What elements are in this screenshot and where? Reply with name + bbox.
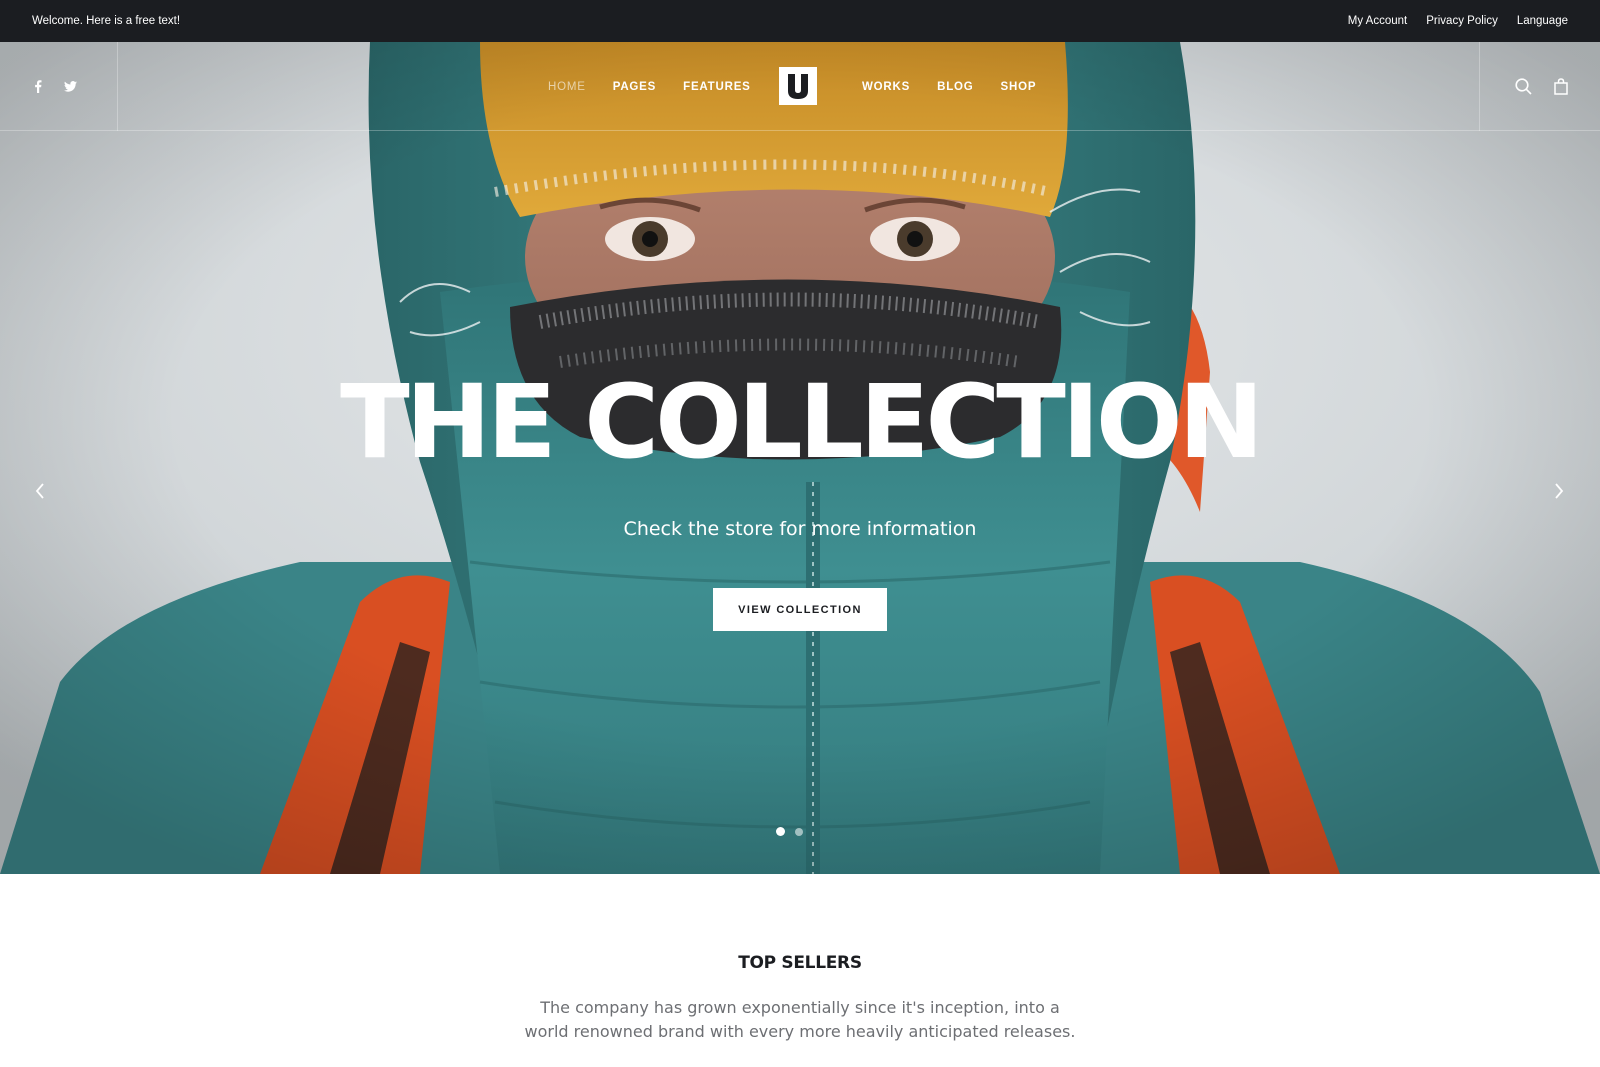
slide-dot-1[interactable] bbox=[776, 827, 785, 836]
privacy-policy-link[interactable]: Privacy Policy bbox=[1426, 15, 1498, 27]
nav-item-features[interactable]: FEATURES bbox=[683, 81, 751, 93]
slider-pagination bbox=[776, 827, 803, 836]
hero-title: THE COLLECTION bbox=[340, 363, 1264, 482]
social-links bbox=[0, 42, 118, 131]
next-slide-arrow[interactable] bbox=[1547, 479, 1571, 503]
main-navigation: HOME PAGES FEATURES WORKS BLOG SHOP bbox=[0, 42, 1600, 131]
top-bar: Welcome. Here is a free text! My Account… bbox=[0, 0, 1600, 42]
welcome-text: Welcome. Here is a free text! bbox=[32, 15, 181, 27]
nav-item-pages[interactable]: PAGES bbox=[613, 81, 656, 93]
nav-menu-right: WORKS BLOG SHOP bbox=[862, 42, 1036, 131]
search-icon[interactable] bbox=[1515, 78, 1532, 95]
nav-item-home[interactable]: HOME bbox=[548, 81, 586, 93]
shopping-bag-icon[interactable] bbox=[1554, 78, 1568, 95]
top-sellers-heading: TOP SELLERS bbox=[738, 953, 862, 973]
site-logo[interactable] bbox=[779, 67, 817, 105]
nav-item-shop[interactable]: SHOP bbox=[1001, 81, 1037, 93]
nav-item-works[interactable]: WORKS bbox=[862, 81, 910, 93]
logo-u-icon bbox=[788, 74, 808, 99]
nav-item-blog[interactable]: BLOG bbox=[937, 81, 973, 93]
hero-subtitle: Check the store for more information bbox=[623, 518, 977, 540]
language-link[interactable]: Language bbox=[1517, 15, 1568, 27]
twitter-icon[interactable] bbox=[64, 81, 77, 92]
my-account-link[interactable]: My Account bbox=[1348, 15, 1407, 27]
hero-slider: HOME PAGES FEATURES WORKS BLOG SHOP THE … bbox=[0, 42, 1600, 874]
previous-slide-arrow[interactable] bbox=[28, 479, 52, 503]
top-sellers-description: The company has grown exponentially sinc… bbox=[524, 998, 1076, 1041]
nav-utilities bbox=[1479, 42, 1600, 131]
chevron-right-icon bbox=[1555, 483, 1564, 499]
chevron-left-icon bbox=[35, 483, 44, 499]
nav-menu-left: HOME PAGES FEATURES bbox=[548, 42, 751, 131]
view-collection-button[interactable]: VIEW COLLECTION bbox=[713, 588, 887, 631]
facebook-icon[interactable] bbox=[34, 80, 42, 93]
slide-dot-2[interactable] bbox=[795, 827, 803, 836]
top-bar-links: My Account Privacy Policy Language bbox=[1348, 15, 1568, 27]
